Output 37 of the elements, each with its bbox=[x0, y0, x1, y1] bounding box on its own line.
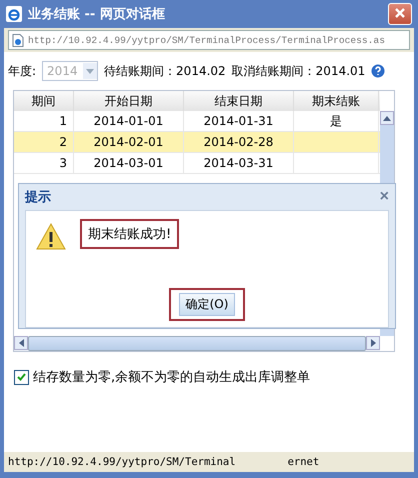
up-arrow-icon bbox=[383, 116, 391, 120]
horizontal-scrollbar[interactable] bbox=[14, 336, 380, 351]
ok-button[interactable]: 确定(O) bbox=[178, 293, 236, 316]
table-row[interactable]: 3 2014-03-01 2014-03-31 bbox=[14, 153, 380, 174]
warning-icon bbox=[36, 223, 66, 250]
left-arrow-icon bbox=[18, 339, 24, 347]
address-field: http://10.92.4.99/yytpro/SM/TerminalProcess/TerminalProcess.as bbox=[8, 30, 410, 50]
status-url: http://10.92.4.99/yytpro/SM/Terminal bbox=[8, 456, 236, 468]
table-cell: 3 bbox=[14, 153, 74, 173]
table-cell: 是 bbox=[294, 111, 379, 131]
year-label: 年度: bbox=[8, 62, 36, 80]
page-icon bbox=[12, 34, 24, 46]
status-zone: ernet bbox=[288, 456, 320, 468]
dialog-title: 提示 bbox=[25, 189, 51, 206]
table-cell: 2014-01-31 bbox=[184, 111, 294, 131]
right-arrow-icon bbox=[370, 339, 376, 347]
table-cell: 2014-03-01 bbox=[74, 153, 184, 173]
table-row[interactable]: 1 2014-01-01 2014-01-31 是 bbox=[14, 111, 380, 132]
dialog-message: 期末结账成功! bbox=[80, 219, 180, 249]
close-button[interactable] bbox=[388, 3, 412, 25]
table-cell: 1 bbox=[14, 111, 74, 131]
table-cell: 2014-02-28 bbox=[184, 132, 294, 152]
table-cell: 2014-02-01 bbox=[74, 132, 184, 152]
table-cell: 2014-03-31 bbox=[184, 153, 294, 173]
browser-icon bbox=[6, 6, 22, 22]
option-checkbox[interactable] bbox=[14, 370, 29, 384]
table-row[interactable]: 2 2014-02-01 2014-02-28 bbox=[14, 132, 380, 153]
help-icon[interactable] bbox=[371, 64, 386, 78]
table-cell: 2014-01-01 bbox=[74, 111, 184, 131]
pending-period: 待结账期间：2014.02 bbox=[104, 62, 226, 80]
check-icon bbox=[17, 373, 26, 381]
table-cell: 2 bbox=[14, 132, 74, 152]
window-title: 业务结账 -- 网页对话框 bbox=[28, 6, 166, 23]
close-icon bbox=[395, 8, 405, 18]
cancel-period: 取消结账期间：2014.01 bbox=[232, 62, 366, 80]
dropdown-icon bbox=[86, 68, 94, 74]
option-label: 结存数量为零,余额不为零的自动生成出库调整单 bbox=[33, 369, 310, 386]
